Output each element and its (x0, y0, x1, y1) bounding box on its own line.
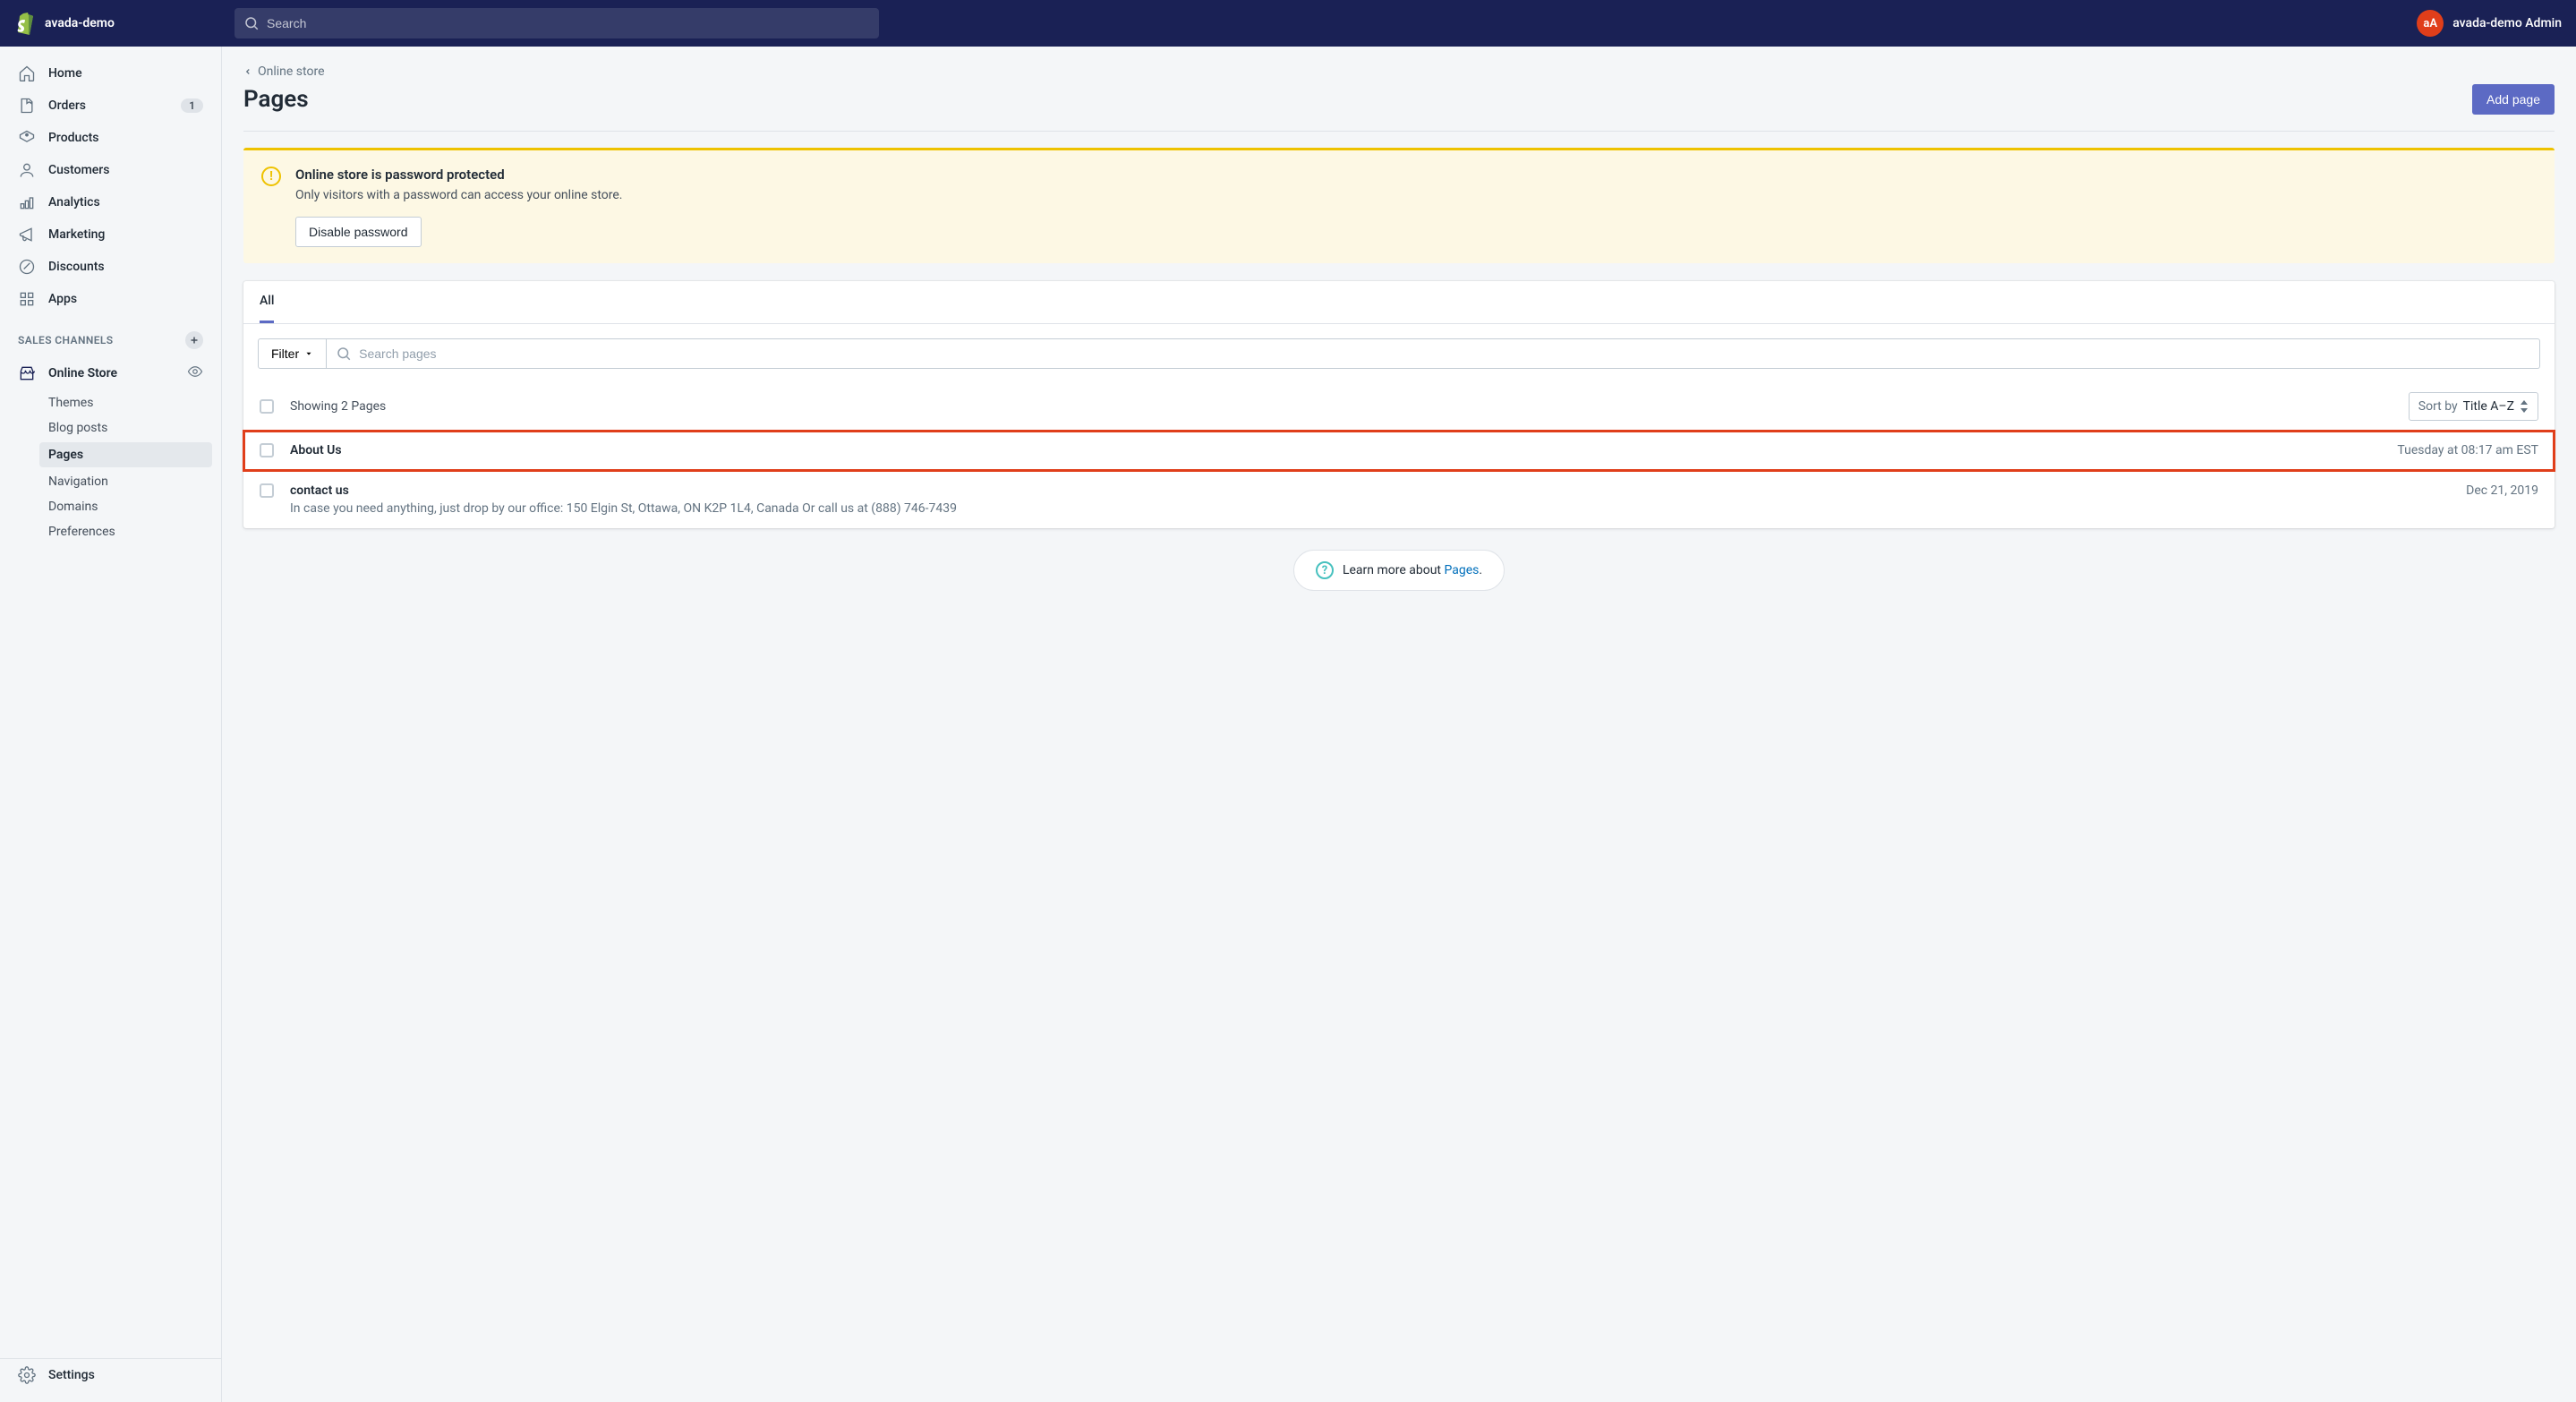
add-page-button[interactable]: Add page (2472, 84, 2555, 115)
table-row[interactable]: About Us Tuesday at 08:17 am EST (243, 431, 2555, 471)
customers-icon (18, 161, 36, 179)
add-channel-button[interactable] (185, 331, 203, 349)
tab-all[interactable]: All (260, 281, 274, 323)
orders-badge: 1 (181, 98, 203, 113)
global-search[interactable] (235, 8, 879, 38)
sidebar-item-discounts[interactable]: Discounts (0, 251, 221, 283)
password-banner: ! Online store is password protected Onl… (243, 148, 2555, 263)
user-label: avada-demo Admin (2452, 16, 2562, 30)
row-checkbox[interactable] (260, 443, 274, 457)
orders-icon (18, 97, 36, 115)
products-icon (18, 129, 36, 147)
warning-icon: ! (261, 167, 281, 186)
help-icon: ? (1316, 561, 1334, 579)
subnav-navigation[interactable]: Navigation (0, 469, 221, 494)
subnav-preferences[interactable]: Preferences (0, 519, 221, 544)
sidebar-item-label: Settings (48, 1368, 95, 1382)
sidebar-item-products[interactable]: Products (0, 122, 221, 154)
marketing-icon (18, 226, 36, 244)
sidebar-item-marketing[interactable]: Marketing (0, 218, 221, 251)
avatar: aA (2417, 10, 2444, 37)
sort-dropdown[interactable]: Sort by Title A–Z (2409, 392, 2538, 421)
store-name-label: avada-demo (45, 16, 115, 30)
user-menu[interactable]: aA avada-demo Admin (2417, 10, 2562, 37)
subnav-blog-posts[interactable]: Blog posts (0, 415, 221, 440)
sidebar-item-home[interactable]: Home (0, 57, 221, 90)
sort-arrows-icon (2520, 400, 2529, 413)
home-icon (18, 64, 36, 82)
table-row[interactable]: contact us In case you need anything, jus… (243, 471, 2555, 528)
filter-button[interactable]: Filter (258, 338, 327, 369)
analytics-icon (18, 193, 36, 211)
row-subtitle: In case you need anything, just drop by … (290, 501, 2450, 516)
caret-down-icon (304, 349, 313, 358)
row-title[interactable]: contact us (290, 483, 2450, 498)
search-icon (243, 15, 260, 31)
sidebar-item-settings[interactable]: Settings (0, 1359, 221, 1391)
sidebar-item-label: Online Store (48, 366, 117, 380)
chevron-left-icon (243, 67, 252, 76)
banner-description: Only visitors with a password can access… (295, 188, 622, 202)
shopify-logo-icon (14, 11, 36, 36)
sidebar-item-customers[interactable]: Customers (0, 154, 221, 186)
pages-card: All Filter Showing 2 Pages Sort by Title… (243, 281, 2555, 528)
gear-icon (18, 1366, 36, 1384)
apps-icon (18, 290, 36, 308)
search-icon (336, 346, 352, 362)
row-timestamp: Dec 21, 2019 (2466, 483, 2538, 498)
sidebar-item-label: Marketing (48, 227, 105, 242)
showing-count: Showing 2 Pages (290, 399, 386, 414)
learn-more-link[interactable]: Pages (1444, 563, 1479, 577)
global-search-input[interactable] (267, 16, 870, 30)
store-icon (18, 364, 36, 382)
pages-search[interactable] (327, 338, 2540, 369)
sidebar-item-label: Analytics (48, 195, 100, 209)
main-content: Online store Pages Add page ! Online sto… (222, 47, 2576, 1402)
sidebar-item-label: Discounts (48, 260, 105, 274)
breadcrumb[interactable]: Online store (243, 64, 2555, 79)
subnav-domains[interactable]: Domains (0, 494, 221, 519)
divider (243, 131, 2555, 132)
sidebar-item-label: Orders (48, 98, 86, 113)
disable-password-button[interactable]: Disable password (295, 217, 422, 247)
sidebar-item-orders[interactable]: Orders 1 (0, 90, 221, 122)
sidebar: Home Orders 1 Products Customers Analyti… (0, 47, 222, 1402)
sidebar-item-label: Home (48, 66, 82, 81)
row-title[interactable]: About Us (290, 443, 2381, 457)
store-name-button[interactable]: avada-demo (14, 11, 220, 36)
sidebar-item-apps[interactable]: Apps (0, 283, 221, 315)
sidebar-item-label: Apps (48, 292, 77, 306)
row-checkbox[interactable] (260, 483, 274, 498)
sales-channels-header: SALES CHANNELS (0, 315, 221, 356)
subnav-pages[interactable]: Pages (39, 442, 212, 467)
subnav-themes[interactable]: Themes (0, 390, 221, 415)
pages-search-input[interactable] (359, 339, 2530, 368)
tabs: All (243, 281, 2555, 324)
learn-more-suffix: . (1479, 563, 1482, 577)
topbar: avada-demo aA avada-demo Admin (0, 0, 2576, 47)
discounts-icon (18, 258, 36, 276)
view-store-icon[interactable] (187, 363, 203, 383)
select-all-checkbox[interactable] (260, 399, 274, 414)
learn-more-prefix: Learn more about (1343, 563, 1445, 577)
sidebar-item-analytics[interactable]: Analytics (0, 186, 221, 218)
sidebar-item-label: Products (48, 131, 99, 145)
banner-title: Online store is password protected (295, 167, 622, 183)
page-title: Pages (243, 86, 309, 113)
sidebar-item-online-store[interactable]: Online Store (0, 356, 221, 390)
row-timestamp: Tuesday at 08:17 am EST (2397, 443, 2538, 457)
sidebar-item-label: Customers (48, 163, 109, 177)
learn-more-pill: ? Learn more about Pages. (1293, 550, 1505, 591)
